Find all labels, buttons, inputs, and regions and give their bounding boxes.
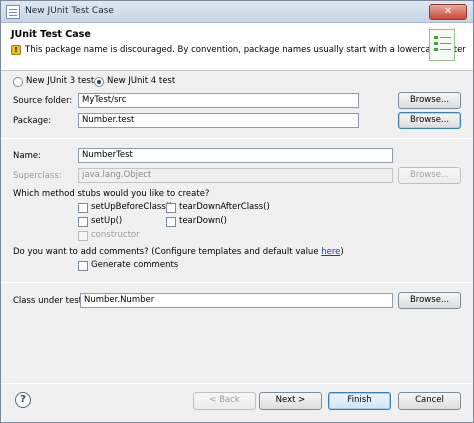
name-label: Name: bbox=[13, 151, 41, 161]
source-folder-input[interactable]: MyTest/src bbox=[78, 93, 359, 108]
generate-comments-label: Generate comments bbox=[91, 260, 179, 270]
constructor-checkbox bbox=[78, 231, 88, 241]
warning-icon: ! bbox=[11, 45, 21, 55]
class-under-test-label: Class under test: bbox=[13, 296, 85, 306]
junit3-radio[interactable] bbox=[13, 77, 23, 87]
generate-comments-checkbox[interactable] bbox=[78, 261, 88, 271]
close-button[interactable]: ✕ bbox=[429, 4, 467, 20]
setup-before-class-checkbox[interactable] bbox=[78, 203, 88, 213]
superclass-label: Superclass: bbox=[13, 171, 62, 181]
separator bbox=[1, 138, 473, 139]
name-input[interactable]: NumberTest bbox=[78, 148, 393, 163]
junit4-label: New JUnit 4 test bbox=[107, 76, 176, 86]
comments-question-close: ) bbox=[340, 247, 344, 257]
help-icon[interactable]: ? bbox=[15, 392, 31, 408]
next-button[interactable]: Next > bbox=[259, 392, 322, 410]
source-folder-browse-button[interactable]: Browse... bbox=[398, 92, 461, 109]
separator bbox=[1, 282, 473, 283]
banner-message: This package name is discouraged. By con… bbox=[25, 45, 466, 55]
wizard-graphic-icon bbox=[429, 29, 455, 61]
dialog-window: New JUnit Test Case ✕ JUnit Test Case ! … bbox=[0, 0, 474, 423]
comments-question-text: Do you want to add comments? (Configure … bbox=[13, 247, 322, 257]
class-under-test-input[interactable]: Number.Number bbox=[80, 293, 393, 308]
banner-title: JUnit Test Case bbox=[11, 29, 91, 40]
teardown-checkbox[interactable] bbox=[166, 217, 176, 227]
teardown-after-class-label: tearDownAfterClass() bbox=[179, 202, 270, 212]
teardown-label: tearDown() bbox=[179, 216, 227, 226]
wizard-banner: JUnit Test Case ! This package name is d… bbox=[1, 23, 473, 71]
back-button: < Back bbox=[193, 392, 256, 410]
separator bbox=[1, 383, 473, 384]
package-label: Package: bbox=[13, 116, 52, 126]
constructor-label: constructor bbox=[91, 230, 140, 240]
setup-before-class-label: setUpBeforeClass() bbox=[91, 202, 173, 212]
source-folder-label: Source folder: bbox=[13, 96, 73, 106]
package-browse-button[interactable]: Browse... bbox=[398, 112, 461, 129]
finish-button[interactable]: Finish bbox=[328, 392, 391, 410]
setup-checkbox[interactable] bbox=[78, 217, 88, 227]
window-title: New JUnit Test Case bbox=[25, 6, 114, 16]
junit3-label: New JUnit 3 test bbox=[26, 76, 95, 86]
cancel-button[interactable]: Cancel bbox=[398, 392, 461, 410]
teardown-after-class-checkbox[interactable] bbox=[166, 203, 176, 213]
superclass-browse-button: Browse... bbox=[398, 167, 461, 184]
setup-label: setUp() bbox=[91, 216, 123, 226]
app-icon bbox=[6, 5, 20, 19]
comments-question: Do you want to add comments? (Configure … bbox=[13, 247, 344, 257]
method-stubs-question: Which method stubs would you like to cre… bbox=[13, 189, 210, 199]
junit4-radio[interactable] bbox=[94, 77, 104, 87]
superclass-input: java.lang.Object bbox=[78, 168, 393, 183]
class-under-test-browse-button[interactable]: Browse... bbox=[398, 292, 461, 309]
title-bar[interactable]: New JUnit Test Case ✕ bbox=[1, 1, 473, 23]
configure-templates-link[interactable]: here bbox=[321, 247, 340, 257]
package-input[interactable]: Number.test bbox=[78, 113, 359, 128]
